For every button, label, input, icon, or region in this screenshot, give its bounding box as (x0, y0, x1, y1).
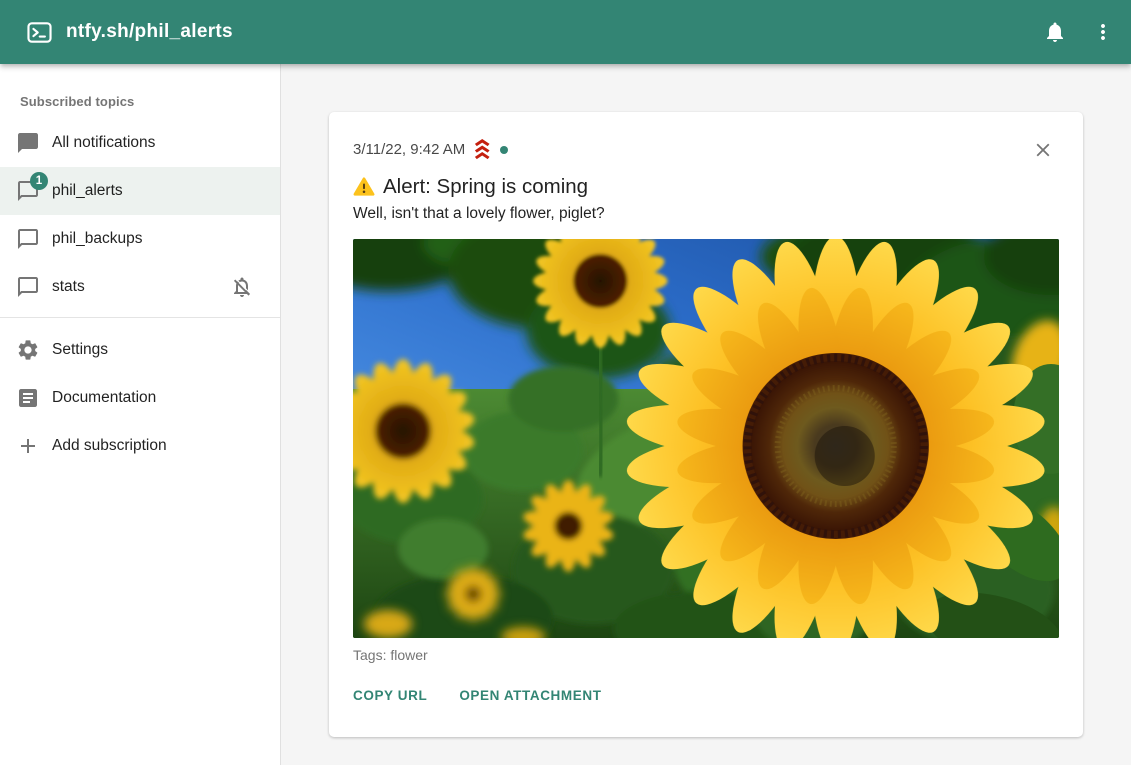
sidebar-divider (0, 317, 280, 318)
chat-bubble-filled-icon (16, 131, 40, 155)
priority-max-triple-chevron-icon (472, 138, 493, 161)
app-title: ntfy.sh/phil_alerts (66, 21, 233, 43)
sidebar-item-all-notifications[interactable]: All notifications (0, 119, 280, 167)
unread-dot (500, 146, 508, 154)
unread-count-badge: 1 (30, 172, 48, 190)
notification-tags: Tags: flower (353, 647, 1059, 663)
overflow-menu-button[interactable] (1079, 8, 1127, 56)
sidebar-item-documentation[interactable]: Documentation (0, 374, 280, 422)
sidebar-item-label: All notifications (52, 134, 264, 152)
close-notification-button[interactable] (1025, 132, 1061, 168)
main-content: 3/11/22, 9:42 AM (281, 64, 1131, 765)
copy-url-button[interactable]: COPY URL (353, 680, 439, 711)
notifications-off-icon (230, 275, 254, 299)
sidebar-item-label: phil_backups (52, 230, 264, 248)
sidebar-item-settings[interactable]: Settings (0, 326, 280, 374)
chat-bubble-outline-icon (16, 227, 40, 251)
sidebar-item-stats[interactable]: stats (0, 263, 280, 311)
sidebar-item-label: Add subscription (52, 437, 264, 455)
sidebar-item-label: phil_alerts (52, 182, 264, 200)
sidebar-item-label: Documentation (52, 389, 264, 407)
terminal-logo-icon (26, 19, 53, 46)
more-vert-icon (1091, 20, 1115, 44)
notification-message: Well, isn't that a lovely flower, piglet… (353, 205, 1059, 223)
notifications-bell-button[interactable] (1031, 8, 1079, 56)
notification-timestamp: 3/11/22, 9:42 AM (353, 141, 465, 158)
gear-icon (16, 338, 40, 362)
sidebar-item-add-subscription[interactable]: Add subscription (0, 422, 280, 470)
plus-icon (16, 434, 40, 458)
open-attachment-button[interactable]: OPEN ATTACHMENT (459, 680, 613, 711)
sidebar-item-phil-alerts[interactable]: 1 phil_alerts (0, 167, 280, 215)
notification-card: 3/11/22, 9:42 AM (329, 112, 1083, 737)
chat-bubble-outline-icon: 1 (16, 179, 40, 203)
chat-bubble-outline-icon (16, 275, 40, 299)
warning-emoji-icon (353, 177, 375, 197)
sidebar-item-label: Settings (52, 341, 264, 359)
sidebar-item-phil-backups[interactable]: phil_backups (0, 215, 280, 263)
article-icon (16, 386, 40, 410)
notification-title: Alert: Spring is coming (353, 175, 1059, 199)
app-bar: ntfy.sh/phil_alerts (0, 0, 1131, 64)
close-icon (1032, 139, 1054, 161)
subscribed-topics-label: Subscribed topics (0, 64, 280, 119)
attachment-image[interactable] (353, 239, 1059, 638)
sidebar: Subscribed topics All notifications 1 ph… (0, 64, 281, 765)
notifications-bell-icon (1043, 20, 1067, 44)
sidebar-item-label: stats (52, 278, 230, 296)
